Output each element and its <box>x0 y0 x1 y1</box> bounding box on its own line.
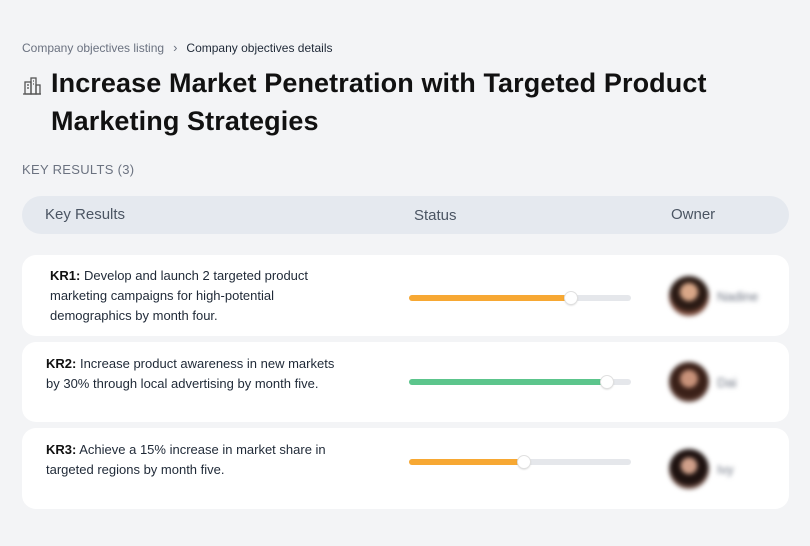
key-result-description: Achieve a 15% increase in market share i… <box>46 442 326 477</box>
avatar <box>669 362 709 402</box>
owner-name: Dai <box>717 374 737 390</box>
owner-name: Ivy <box>717 461 734 477</box>
progress-fill <box>409 379 607 385</box>
breadcrumb: Company objectives listing › Company obj… <box>22 40 333 55</box>
avatar <box>669 449 709 489</box>
key-result-description: Develop and launch 2 targeted product ma… <box>50 268 309 323</box>
progress-bar <box>409 292 631 304</box>
key-results-count: KEY RESULTS (3) <box>22 162 135 177</box>
avatar <box>669 276 709 316</box>
page-title: Increase Market Penetration with Targete… <box>51 68 707 136</box>
key-result-text: KR1: Develop and launch 2 targeted produ… <box>50 266 350 326</box>
progress-fill <box>409 459 525 465</box>
progress-bar <box>409 456 631 468</box>
key-result-text: KR2: Increase product awareness in new m… <box>46 354 346 394</box>
column-header-key-results: Key Results <box>45 206 126 223</box>
breadcrumb-current: Company objectives details <box>186 40 333 55</box>
progress-handle[interactable] <box>518 456 531 468</box>
key-result-row[interactable]: KR2: Increase product awareness in new m… <box>22 342 789 422</box>
column-header-owner: Owner <box>671 206 716 223</box>
key-result-id: KR2: <box>46 356 77 371</box>
progress-handle[interactable] <box>600 376 613 388</box>
key-result-id: KR1: <box>50 268 81 283</box>
key-result-row[interactable]: KR3: Achieve a 15% increase in market sh… <box>22 428 789 509</box>
building-icon <box>22 76 42 96</box>
table-header: Key Results Status Owner <box>22 196 789 234</box>
owner-name: Nadine <box>717 288 759 304</box>
owner[interactable]: Dai <box>669 362 737 402</box>
progress-bar <box>409 376 631 388</box>
progress-fill <box>409 295 572 301</box>
chevron-right-icon: › <box>173 40 178 55</box>
column-header-status: Status <box>414 207 457 224</box>
key-result-id: KR3: <box>46 442 77 457</box>
breadcrumb-link-objectives-listing[interactable]: Company objectives listing <box>22 41 164 55</box>
owner[interactable]: Ivy <box>669 449 734 489</box>
progress-handle[interactable] <box>565 292 578 304</box>
owner[interactable]: Nadine <box>669 276 758 316</box>
key-result-description: Increase product awareness in new market… <box>46 356 335 391</box>
key-result-text: KR3: Achieve a 15% increase in market sh… <box>46 440 346 480</box>
key-result-row[interactable]: KR1: Develop and launch 2 targeted produ… <box>22 255 789 336</box>
page-header: Increase Market Penetration with Targete… <box>22 64 782 140</box>
